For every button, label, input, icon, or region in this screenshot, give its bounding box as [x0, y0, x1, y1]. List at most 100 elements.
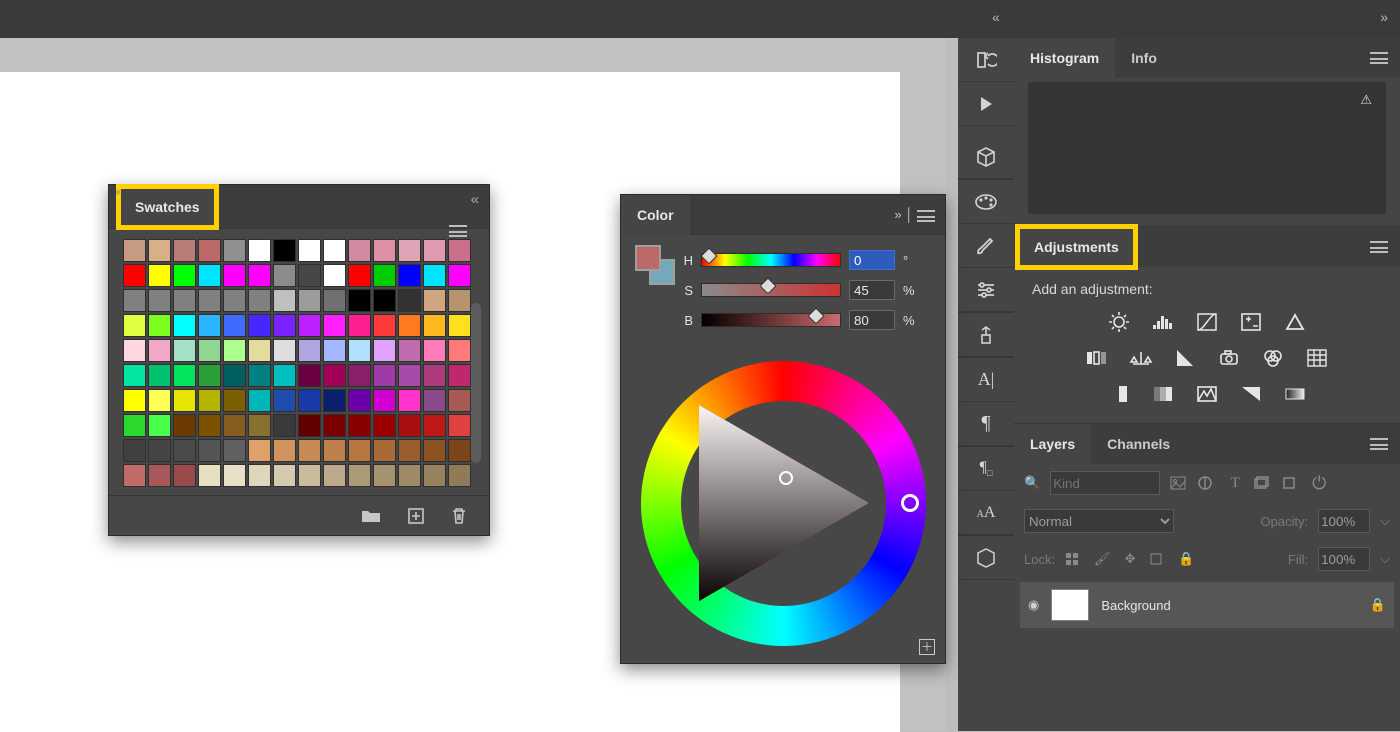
swatch[interactable]	[248, 389, 271, 412]
swatch[interactable]	[373, 389, 396, 412]
layer-row[interactable]: ◉ Background 🔒	[1020, 582, 1394, 628]
swatch[interactable]	[373, 439, 396, 462]
adj-color-balance-icon[interactable]	[1128, 347, 1154, 369]
swatch[interactable]	[323, 314, 346, 337]
swatch[interactable]	[198, 264, 221, 287]
adj-brightness-contrast-icon[interactable]	[1106, 311, 1132, 333]
swatch[interactable]	[423, 239, 446, 262]
adj-exposure-icon[interactable]	[1238, 311, 1264, 333]
rail-brushes-icon[interactable]	[958, 224, 1014, 268]
histogram-panel-menu-icon[interactable]	[1370, 52, 1388, 64]
swatch[interactable]	[148, 339, 171, 362]
expand-right-icon[interactable]: »	[1380, 9, 1388, 25]
histogram-warning-icon[interactable]: ⚠	[1360, 92, 1372, 108]
tab-adjustments[interactable]: Adjustments	[1018, 227, 1135, 267]
swatch[interactable]	[198, 289, 221, 312]
rail-actions-icon[interactable]	[958, 82, 1014, 126]
tab-histogram[interactable]: Histogram	[1014, 38, 1115, 78]
swatch[interactable]	[373, 314, 396, 337]
swatch[interactable]	[223, 389, 246, 412]
swatch[interactable]	[273, 314, 296, 337]
swatch[interactable]	[398, 414, 421, 437]
swatch[interactable]	[173, 339, 196, 362]
fill-input[interactable]	[1318, 547, 1370, 571]
swatch[interactable]	[398, 239, 421, 262]
swatch[interactable]	[223, 289, 246, 312]
swatch[interactable]	[348, 439, 371, 462]
swatch[interactable]	[398, 289, 421, 312]
swatch[interactable]	[173, 364, 196, 387]
adj-photo-filter-icon[interactable]	[1216, 347, 1242, 369]
swatch[interactable]	[423, 314, 446, 337]
swatch[interactable]	[348, 339, 371, 362]
swatch[interactable]	[398, 364, 421, 387]
swatch[interactable]	[423, 464, 446, 487]
delete-swatch-icon[interactable]	[451, 507, 467, 525]
layer-name[interactable]: Background	[1101, 598, 1170, 613]
swatch[interactable]	[148, 464, 171, 487]
collapse-left-icon[interactable]: «	[992, 9, 1000, 25]
swatch[interactable]	[298, 389, 321, 412]
swatch[interactable]	[273, 389, 296, 412]
swatch[interactable]	[173, 464, 196, 487]
swatch[interactable]	[123, 464, 146, 487]
filter-smart-icon[interactable]	[1282, 476, 1300, 490]
lock-all-icon[interactable]: 🔒	[1177, 551, 1195, 567]
swatch[interactable]	[223, 314, 246, 337]
adj-curves-icon[interactable]	[1194, 311, 1220, 333]
swatch[interactable]	[348, 389, 371, 412]
swatch[interactable]	[273, 289, 296, 312]
adj-black-white-icon[interactable]	[1172, 347, 1198, 369]
swatch[interactable]	[323, 339, 346, 362]
swatch[interactable]	[248, 289, 271, 312]
rail-character-styles-icon[interactable]: AA	[958, 491, 1014, 535]
lock-artboard-icon[interactable]	[1149, 552, 1167, 566]
swatch[interactable]	[398, 464, 421, 487]
swatch[interactable]	[323, 439, 346, 462]
rail-brush-settings-icon[interactable]	[958, 268, 1014, 312]
swatch[interactable]	[223, 339, 246, 362]
swatch[interactable]	[448, 414, 471, 437]
filter-type-icon[interactable]: T	[1226, 475, 1244, 492]
swatch[interactable]	[273, 464, 296, 487]
swatch[interactable]	[398, 389, 421, 412]
swatch[interactable]	[173, 414, 196, 437]
bri-slider[interactable]	[701, 313, 841, 327]
swatch[interactable]	[448, 314, 471, 337]
adj-vibrance-icon[interactable]	[1282, 311, 1308, 333]
swatch[interactable]	[248, 439, 271, 462]
sat-slider[interactable]	[701, 283, 841, 297]
swatch[interactable]	[323, 364, 346, 387]
tab-layers[interactable]: Layers	[1014, 424, 1091, 464]
swatch[interactable]	[198, 389, 221, 412]
rail-paragraph-icon[interactable]: ¶	[958, 402, 1014, 446]
swatch[interactable]	[398, 264, 421, 287]
filter-adjustment-icon[interactable]	[1198, 476, 1216, 490]
swatch[interactable]	[123, 239, 146, 262]
swatch[interactable]	[298, 464, 321, 487]
swatch[interactable]	[298, 339, 321, 362]
swatch[interactable]	[423, 289, 446, 312]
swatch[interactable]	[173, 439, 196, 462]
swatches-panel[interactable]: × Swatches «	[108, 184, 490, 536]
color-wheel[interactable]: ＋	[621, 343, 945, 663]
swatch[interactable]	[448, 364, 471, 387]
swatch[interactable]	[448, 264, 471, 287]
swatch[interactable]	[323, 239, 346, 262]
swatch[interactable]	[398, 339, 421, 362]
swatch[interactable]	[448, 339, 471, 362]
swatch[interactable]	[348, 414, 371, 437]
swatch[interactable]	[298, 314, 321, 337]
swatch[interactable]	[123, 439, 146, 462]
adj-levels-icon[interactable]	[1150, 311, 1176, 333]
swatch[interactable]	[373, 239, 396, 262]
swatch[interactable]	[123, 339, 146, 362]
swatch[interactable]	[173, 264, 196, 287]
swatch[interactable]	[323, 289, 346, 312]
swatch[interactable]	[298, 264, 321, 287]
rail-properties-icon[interactable]	[958, 536, 1014, 580]
swatch[interactable]	[373, 364, 396, 387]
adj-posterize-icon[interactable]	[1150, 383, 1176, 405]
rail-character-icon[interactable]: A|	[958, 358, 1014, 402]
swatch[interactable]	[248, 414, 271, 437]
